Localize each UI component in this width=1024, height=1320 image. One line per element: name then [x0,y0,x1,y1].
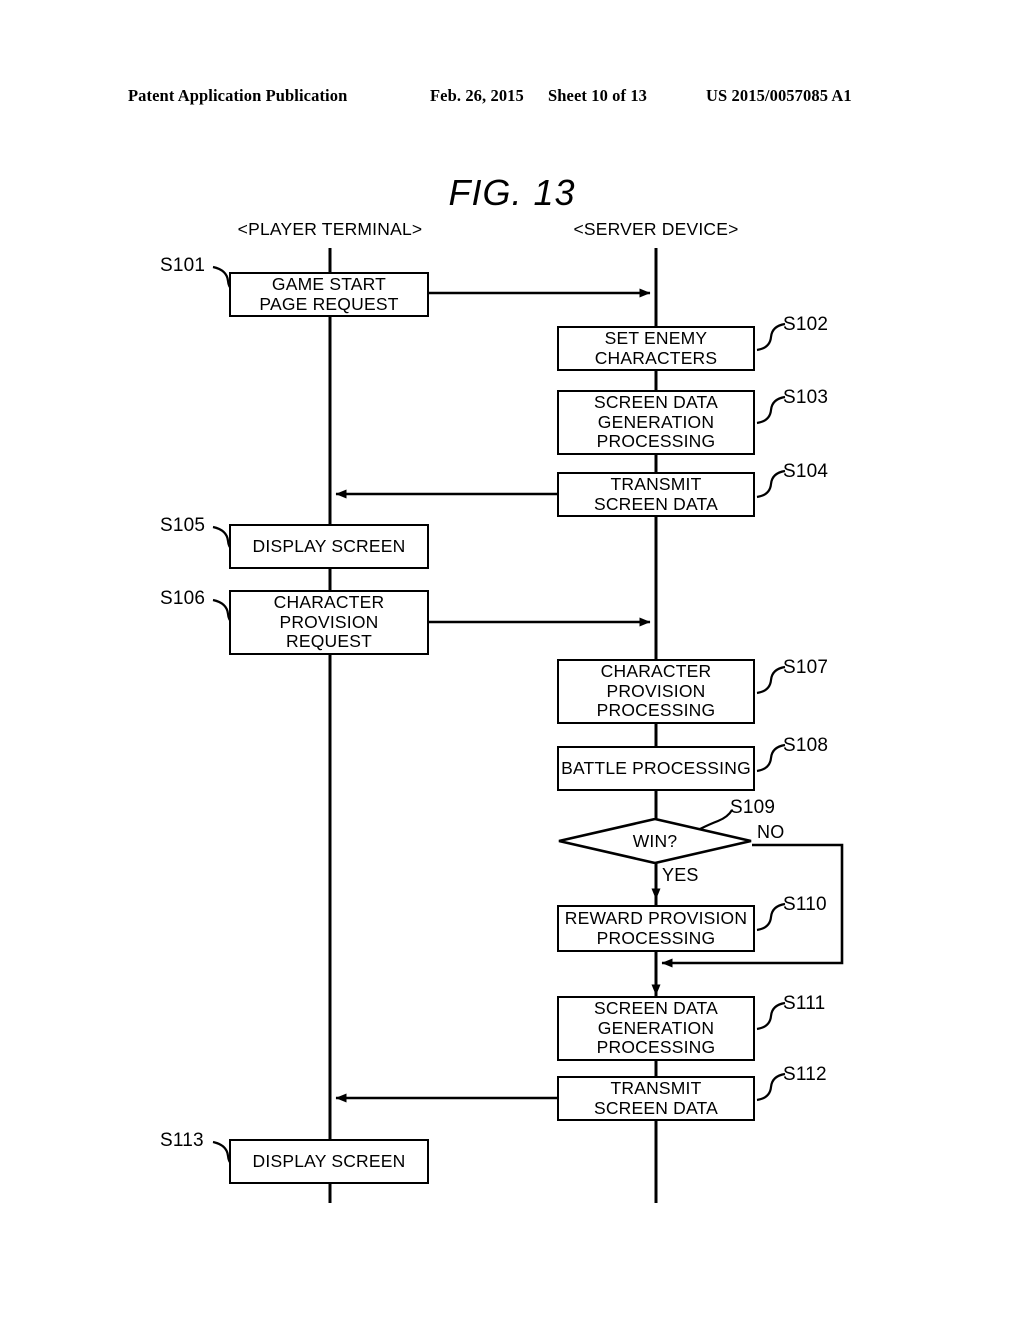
flow-node-s112[interactable]: TRANSMIT SCREEN DATA [557,1076,755,1121]
flow-node-s109[interactable]: WIN? [558,817,752,865]
step-ref-s101: S101 [160,255,206,276]
flow-node-s113-label: DISPLAY SCREEN [252,1150,406,1171]
flow-node-s110[interactable]: REWARD PROVISION PROCESSING [557,905,755,952]
flow-node-s108-label: BATTLE PROCESSING [561,757,751,778]
flow-node-s105-label: DISPLAY SCREEN [252,535,406,556]
flow-node-s101[interactable]: GAME START PAGE REQUEST [229,272,429,317]
flowchart-canvas [0,0,1024,1320]
flow-node-s109-label: WIN? [632,830,678,851]
flow-node-s108[interactable]: BATTLE PROCESSING [557,746,755,791]
flow-node-s103[interactable]: SCREEN DATA GENERATION PROCESSING [557,390,755,455]
flow-node-s110-label: REWARD PROVISION PROCESSING [564,907,748,948]
step-ref-s102: S102 [783,314,829,335]
flow-node-s112-label: TRANSMIT SCREEN DATA [593,1077,719,1118]
flow-node-s107-label: CHARACTER PROVISION PROCESSING [596,661,716,721]
flow-node-s102-label: SET ENEMY CHARACTERS [594,327,718,368]
flow-node-s101-label: GAME START PAGE REQUEST [259,273,399,314]
step-ref-s110: S110 [783,894,827,915]
step-ref-s109: S109 [730,797,776,818]
flow-node-s111[interactable]: SCREEN DATA GENERATION PROCESSING [557,996,755,1061]
flow-node-s104[interactable]: TRANSMIT SCREEN DATA [557,472,755,517]
flow-node-s113[interactable]: DISPLAY SCREEN [229,1139,429,1184]
flow-node-s103-label: SCREEN DATA GENERATION PROCESSING [593,392,719,452]
step-ref-s103: S103 [783,387,829,408]
flow-node-s106[interactable]: CHARACTER PROVISION REQUEST [229,590,429,655]
step-ref-s111: S111 [783,993,826,1014]
flow-node-s105[interactable]: DISPLAY SCREEN [229,524,429,569]
step-ref-s112: S112 [783,1064,827,1085]
flow-node-s111-label: SCREEN DATA GENERATION PROCESSING [593,998,719,1058]
step-ref-s108: S108 [783,735,829,756]
flow-node-s107[interactable]: CHARACTER PROVISION PROCESSING [557,659,755,724]
step-ref-s106: S106 [160,588,206,609]
flow-node-s104-label: TRANSMIT SCREEN DATA [593,473,719,514]
step-ref-s105: S105 [160,515,206,536]
step-ref-s107: S107 [783,657,829,678]
flow-node-s102[interactable]: SET ENEMY CHARACTERS [557,326,755,371]
step-ref-s104: S104 [783,461,829,482]
branch-label-yes: YES [662,865,699,885]
branch-label-no: NO [757,822,785,842]
step-ref-s113: S113 [160,1130,204,1151]
flow-node-s106-label: CHARACTER PROVISION REQUEST [273,592,385,652]
